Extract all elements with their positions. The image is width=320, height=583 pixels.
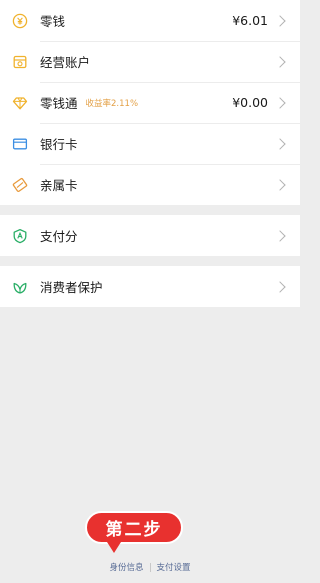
business-account-icon bbox=[12, 54, 28, 70]
score-group: 支付分 bbox=[0, 215, 300, 256]
family-card-label: 亲属卡 bbox=[40, 178, 78, 193]
step-two-annotation: 第二步 bbox=[85, 511, 183, 553]
payment-settings-link[interactable]: 支付设置 bbox=[157, 561, 191, 573]
chevron-right-icon bbox=[274, 280, 286, 293]
row-consumer-protection[interactable]: 消费者保护 bbox=[0, 266, 300, 307]
row-bank-card[interactable]: 银行卡 bbox=[0, 123, 300, 164]
consumer-protection-icon bbox=[12, 279, 28, 295]
bank-card-icon bbox=[12, 136, 28, 152]
licaitong-label: 零钱通 bbox=[40, 96, 78, 111]
consumer-protection-label: 消费者保护 bbox=[40, 280, 103, 295]
pay-score-label: 支付分 bbox=[40, 229, 78, 244]
section-divider bbox=[0, 205, 300, 215]
family-card-icon bbox=[12, 177, 28, 193]
section-divider bbox=[0, 256, 300, 266]
row-family-card[interactable]: 亲属卡 bbox=[0, 164, 300, 205]
step-two-label: 第二步 bbox=[105, 520, 163, 540]
change-label: 零钱 bbox=[40, 14, 66, 29]
yield-rate-badge: 收益率2.11% bbox=[85, 98, 139, 109]
pay-score-icon bbox=[12, 228, 28, 244]
chevron-right-icon bbox=[274, 229, 286, 242]
licaitong-balance: ¥0.00 bbox=[232, 95, 268, 110]
footer-separator bbox=[149, 562, 151, 572]
row-change[interactable]: 零钱 ¥6.01 bbox=[0, 0, 300, 41]
yuan-coin-icon bbox=[12, 13, 28, 29]
chevron-right-icon bbox=[274, 178, 286, 191]
wallet-group: 零钱 ¥6.01 经营账户 零钱通 收益率2.11% ¥0.00 银行卡 亲属卡 bbox=[0, 0, 300, 205]
chevron-right-icon bbox=[274, 55, 286, 68]
row-pay-score[interactable]: 支付分 bbox=[0, 215, 300, 256]
business-account-label: 经营账户 bbox=[40, 55, 91, 70]
identity-info-link[interactable]: 身份信息 bbox=[109, 561, 143, 573]
row-licaitong[interactable]: 零钱通 收益率2.11% ¥0.00 bbox=[0, 82, 300, 123]
chevron-right-icon bbox=[274, 96, 286, 109]
bank-card-label: 银行卡 bbox=[40, 137, 78, 152]
diamond-icon bbox=[12, 95, 28, 111]
footer-links: 身份信息 支付设置 bbox=[0, 561, 300, 573]
row-business-account[interactable]: 经营账户 bbox=[0, 41, 300, 82]
protection-group: 消费者保护 bbox=[0, 266, 300, 307]
change-balance: ¥6.01 bbox=[232, 13, 268, 28]
chevron-right-icon bbox=[274, 137, 286, 150]
chevron-right-icon bbox=[274, 14, 286, 27]
